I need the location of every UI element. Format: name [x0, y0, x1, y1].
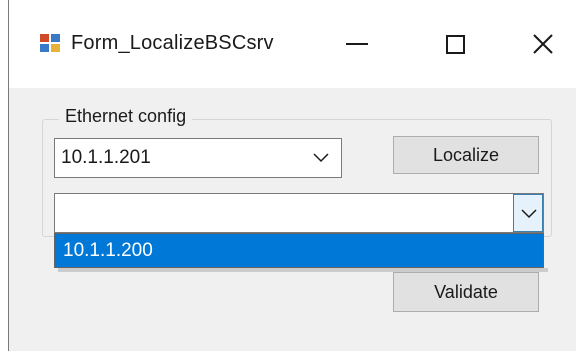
- form-icon: [39, 33, 61, 53]
- form-window: Form_LocalizeBSCsrv Ethernet config 10.1…: [8, 0, 576, 351]
- result-dropdown-list: 10.1.1.200: [54, 233, 544, 268]
- maximize-icon: [445, 34, 465, 54]
- window-title: Form_LocalizeBSCsrv: [71, 32, 274, 54]
- maximize-button[interactable]: [425, 22, 485, 66]
- close-button[interactable]: [513, 22, 573, 66]
- minimize-button[interactable]: [327, 22, 387, 66]
- chevron-down-icon[interactable]: [313, 151, 329, 163]
- dropdown-option[interactable]: 10.1.1.200: [63, 240, 153, 262]
- ethernet-config-label: Ethernet config: [59, 106, 193, 127]
- minimize-icon: [346, 43, 368, 45]
- ip-address-combobox[interactable]: 10.1.1.201: [54, 138, 342, 178]
- close-icon: [533, 34, 553, 54]
- result-dropdown-button[interactable]: [513, 194, 543, 232]
- ip-address-value: 10.1.1.201: [61, 147, 151, 168]
- title-bar[interactable]: Form_LocalizeBSCsrv: [9, 0, 576, 88]
- validate-button[interactable]: Validate: [393, 272, 539, 312]
- client-area: Ethernet config 10.1.1.201 Localize 10.1…: [9, 88, 576, 351]
- result-combobox[interactable]: [54, 193, 544, 233]
- localize-button[interactable]: Localize: [393, 136, 539, 174]
- chevron-down-icon: [521, 209, 537, 219]
